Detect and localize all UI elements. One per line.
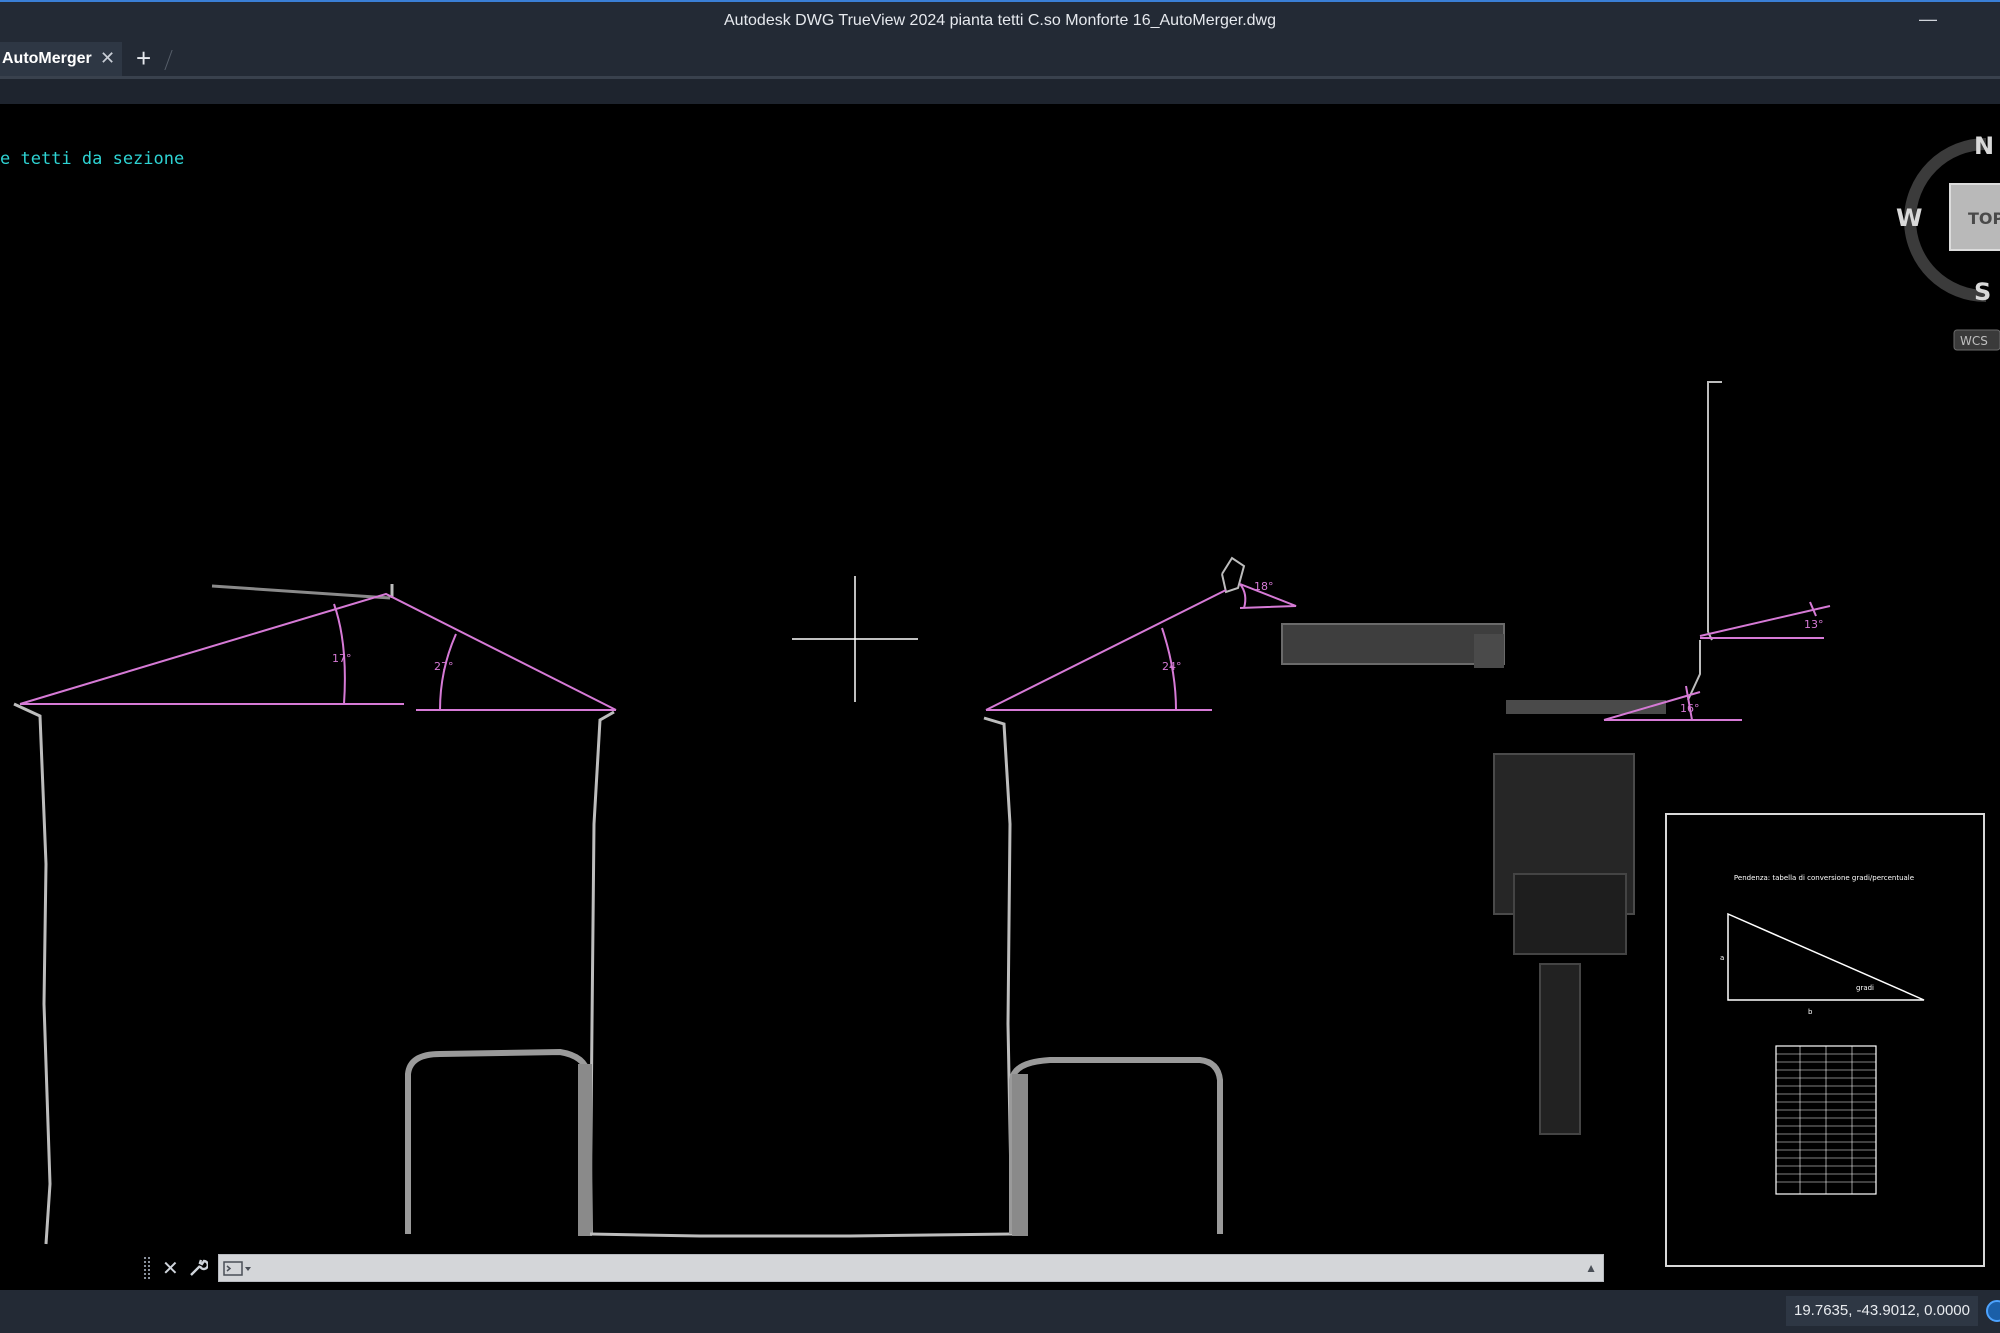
roof-slope-lines: [19, 583, 1831, 721]
viewcube-svg: TOP N W S WCS: [1896, 132, 2000, 351]
tab-bar: AutoMerger ✕ +: [0, 42, 2000, 76]
tab-drawing[interactable]: AutoMerger ✕: [0, 42, 122, 76]
window-title: Autodesk DWG TrueView 2024 pianta tetti …: [724, 12, 1276, 29]
angle-label: 27°: [434, 660, 454, 673]
compass-south[interactable]: S: [1974, 278, 1991, 306]
legend-sheet: Pendenza: tabella di conversione gradi/p…: [1665, 813, 1985, 1267]
drawing-canvas[interactable]: e tetti da sezione 17° 27° 24° 18° 13° 1…: [0, 104, 2000, 1290]
new-tab-button[interactable]: +: [136, 44, 151, 72]
customize-wrench-icon[interactable]: [188, 1256, 208, 1278]
command-line-close-icon[interactable]: ✕: [162, 1256, 179, 1281]
wcs-label: WCS: [1960, 334, 1988, 348]
command-history-expand-icon[interactable]: ▲: [1585, 1261, 1597, 1275]
tab-close-icon[interactable]: ✕: [100, 48, 115, 69]
building-outlines: [13, 381, 1722, 1245]
viewcube-face-label: TOP: [1968, 209, 2000, 228]
angle-labels: 17° 27° 24° 18° 13° 16°: [332, 580, 1824, 715]
angle-label: 18°: [1254, 580, 1274, 593]
viewcube[interactable]: TOP N W S WCS: [1890, 124, 2000, 364]
compass-west[interactable]: W: [1896, 204, 1922, 232]
compass-north[interactable]: N: [1974, 132, 1994, 160]
command-line: ✕ ▲: [144, 1252, 1604, 1284]
legend-triangle-label: gradi: [1856, 984, 1874, 992]
ribbon-strip: [0, 76, 2000, 104]
legend-side-a: a: [1720, 954, 1724, 962]
legend-side-b: b: [1808, 1008, 1813, 1016]
drawing-svg: e tetti da sezione 17° 27° 24° 18° 13° 1…: [0, 149, 1985, 1267]
command-line-grip[interactable]: [144, 1257, 150, 1279]
command-input[interactable]: ▲: [218, 1254, 1604, 1282]
command-prompt-icon[interactable]: [223, 1260, 253, 1278]
angle-label: 16°: [1680, 702, 1700, 715]
angle-label: 13°: [1804, 618, 1824, 631]
tab-label: AutoMerger: [2, 50, 92, 67]
angle-label: 24°: [1162, 660, 1182, 673]
coordinates-readout[interactable]: 19.7635, -43.9012, 0.0000: [1786, 1296, 1978, 1326]
minimize-button[interactable]: —: [1906, 8, 1950, 38]
layer-label: e tetti da sezione: [0, 149, 184, 169]
status-bar: 19.7635, -43.9012, 0.0000: [0, 1290, 2000, 1333]
crosshair-cursor: [792, 576, 918, 702]
title-bar: Autodesk DWG TrueView 2024 pianta tetti …: [0, 0, 2000, 42]
legend-title: Pendenza: tabella di conversione gradi/p…: [1734, 874, 1914, 882]
angle-label: 17°: [332, 652, 352, 665]
model-space-icon[interactable]: [1986, 1300, 2000, 1322]
tab-separator: [164, 50, 173, 70]
